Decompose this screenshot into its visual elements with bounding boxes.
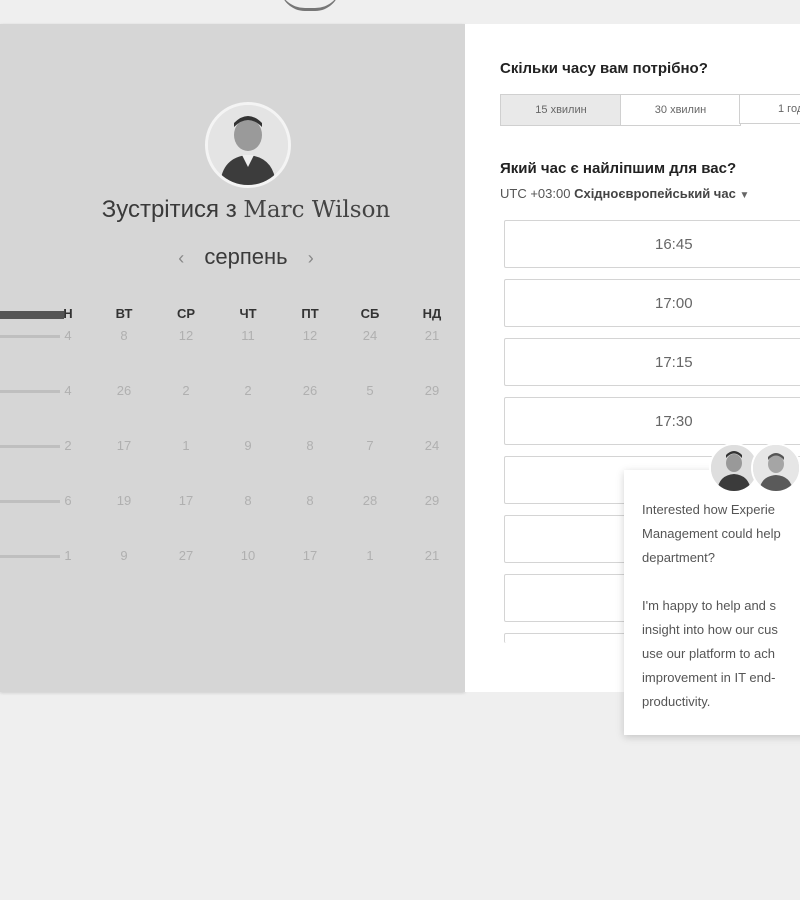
calendar-day[interactable]: 26 [290, 383, 330, 398]
calendar-day[interactable]: 27 [166, 548, 206, 563]
calendar-day[interactable]: 8 [228, 493, 268, 508]
calendar-day[interactable]: 24 [350, 328, 390, 343]
weekday-label: ПТ [301, 306, 319, 321]
calendar-day[interactable]: 8 [104, 328, 144, 343]
time-slot[interactable]: 17:30 [504, 397, 800, 445]
weekday-label: ВТ [115, 306, 133, 321]
calendar-day[interactable]: 1 [350, 548, 390, 563]
weekday-label: Н [63, 306, 73, 321]
top-bar [0, 0, 800, 24]
calendar-day[interactable]: 4 [48, 328, 88, 343]
calendar-day[interactable]: 17 [290, 548, 330, 563]
weekday-label: СБ [360, 306, 380, 321]
duration-option-15[interactable]: 15 хвилин [500, 94, 622, 126]
weekday-label: СР [176, 306, 196, 321]
calendar-day[interactable]: 5 [350, 383, 390, 398]
calendar-day[interactable]: 9 [104, 548, 144, 563]
calendar-day[interactable]: 1 [166, 438, 206, 453]
month-navigation: ‹ серпень › [0, 244, 492, 270]
calendar-day[interactable]: 29 [412, 493, 452, 508]
calendar-day[interactable]: 12 [290, 328, 330, 343]
weekday-label: НД [422, 306, 442, 321]
calendar-day[interactable]: 26 [104, 383, 144, 398]
calendar-day[interactable]: 7 [350, 438, 390, 453]
calendar-day[interactable]: 12 [166, 328, 206, 343]
weekday-label: ЧТ [239, 306, 257, 321]
host-avatar [205, 102, 291, 188]
calendar-day[interactable]: 8 [290, 438, 330, 453]
calendar-day[interactable]: 4 [48, 383, 88, 398]
timezone-offset: UTC +03:00 [500, 186, 571, 201]
chevron-right-icon[interactable]: › [308, 248, 314, 269]
calendar-day[interactable]: 1 [48, 548, 88, 563]
duration-question: Скільки часу вам потрібно? [500, 60, 708, 77]
caret-down-icon: ▼ [739, 190, 750, 201]
calendar-day[interactable]: 10 [228, 548, 268, 563]
meet-title: Зустрітися з Marc Wilson [0, 196, 492, 224]
calendar-day[interactable]: 9 [228, 438, 268, 453]
time-slot[interactable]: 17:00 [504, 279, 800, 327]
time-question: Який час є найліпшим для вас? [500, 160, 737, 177]
agent-avatar [751, 443, 800, 493]
timezone-selector[interactable]: UTC +03:00 Східноєвропейський час ▼ [500, 186, 749, 201]
calendar-day[interactable]: 8 [290, 493, 330, 508]
calendar-day[interactable]: 24 [412, 438, 452, 453]
calendar-day[interactable]: 11 [228, 328, 268, 343]
time-slot[interactable]: 16:45 [504, 220, 800, 268]
calendar-day[interactable]: 29 [412, 383, 452, 398]
calendar-day[interactable]: 6 [48, 493, 88, 508]
calendar-day[interactable]: 2 [48, 438, 88, 453]
duration-option-30[interactable]: 30 хвилин [620, 94, 741, 126]
calendar-day[interactable]: 17 [166, 493, 206, 508]
calendar-panel: Зустрітися з Marc Wilson ‹ серпень › Н ВТ… [0, 24, 465, 692]
meet-prefix: Зустрітися з [101, 196, 237, 223]
month-label: серпень [204, 244, 288, 269]
calendar-day[interactable]: 17 [104, 438, 144, 453]
duration-option-60[interactable]: 1 год [739, 94, 800, 124]
calendar-day[interactable]: 21 [412, 328, 452, 343]
chevron-left-icon[interactable]: ‹ [178, 248, 184, 269]
chat-popup[interactable]: Interested how Experie Management could … [624, 470, 800, 735]
host-name: Marc Wilson [243, 197, 391, 223]
chat-message: Interested how Experie Management could … [642, 502, 781, 709]
calendar-day[interactable]: 2 [166, 383, 206, 398]
time-slot[interactable]: 17:15 [504, 338, 800, 386]
calendar-day[interactable]: 2 [228, 383, 268, 398]
timezone-name: Східноєвропейський час [574, 186, 736, 201]
calendar-day[interactable]: 21 [412, 548, 452, 563]
calendar-day[interactable]: 28 [350, 493, 390, 508]
calendar-day[interactable]: 19 [104, 493, 144, 508]
